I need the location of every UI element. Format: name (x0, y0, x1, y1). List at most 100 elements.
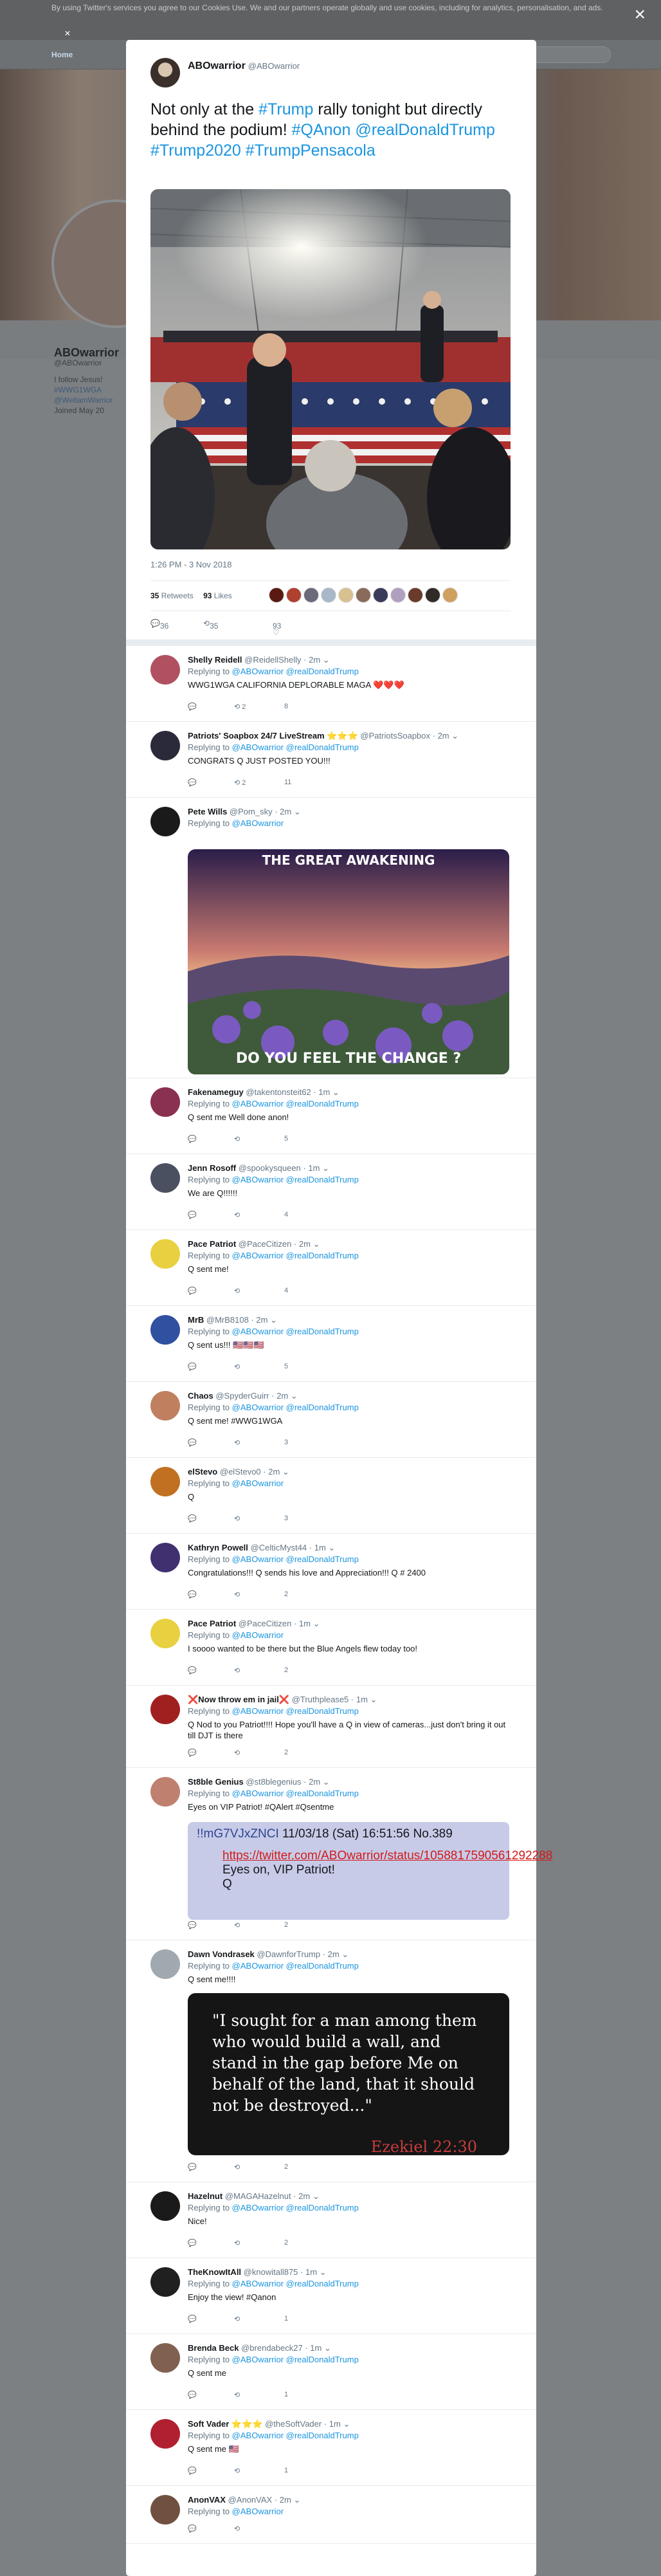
reply-avatar[interactable] (150, 731, 180, 760)
reply-mentions[interactable]: @ABOwarrior @realDonaldTrump (232, 1706, 359, 1716)
mention-realdonaldtrump[interactable]: @realDonaldTrump (355, 121, 495, 139)
reply-mentions[interactable]: @ABOwarrior @realDonaldTrump (232, 1403, 359, 1412)
reply-author-name[interactable]: Pace Patriot (188, 1239, 236, 1249)
reply-icon[interactable]: 💬 (188, 1666, 197, 1675)
reply-tweet[interactable]: MrB @MrB8108 · 2m ⌄ Replying to @ABOwarr… (126, 1306, 536, 1382)
reply-avatar[interactable] (150, 2343, 180, 2373)
reply-time[interactable]: 2m (309, 1777, 320, 1787)
chevron-down-icon[interactable]: ⌄ (313, 1239, 320, 1249)
reply-author-name[interactable]: Shelly Reidell (188, 655, 242, 665)
reply-tweet[interactable]: TheKnowItAll @knowitall875 · 1m ⌄ Replyi… (126, 2258, 536, 2334)
retweet-icon[interactable]: ⟲ (234, 1749, 240, 1757)
reply-author-name[interactable]: Dawn Vondrasek (188, 1949, 255, 1959)
reply-icon[interactable]: 💬 (188, 703, 197, 711)
reply-time[interactable]: 1m (318, 1087, 330, 1097)
quote-link[interactable]: https://twitter.com/ABOwarrior/status/10… (222, 1849, 552, 1863)
hashtag-trump2020[interactable]: #Trump2020 (150, 142, 241, 160)
scripture-image[interactable]: "I sought for a man among them who would… (188, 1993, 509, 2155)
reply-icon[interactable]: 💬 (188, 1287, 197, 1295)
tweet-author[interactable]: ABOwarrior @ABOwarrior (188, 60, 300, 72)
reply-avatar[interactable] (150, 807, 180, 836)
reply-tweet[interactable]: Pete Wills @Pom_sky · 2m ⌄ Replying to @… (126, 798, 536, 1078)
liker-avatar[interactable] (425, 587, 440, 603)
reply-tweet[interactable]: St8ble Genius @st8blegenius · 2m ⌄ Reply… (126, 1768, 552, 1940)
chevron-down-icon[interactable]: ⌄ (323, 1777, 330, 1787)
reply-like-count[interactable]: 2 (284, 1921, 288, 1929)
reply-icon[interactable]: 💬 (188, 1439, 197, 1447)
reply-mentions[interactable]: @ABOwarrior @realDonaldTrump (232, 2355, 359, 2364)
profile-tags[interactable]: #WWG1WGA (54, 385, 125, 395)
reply-mentions[interactable]: @ABOwarrior (232, 2507, 284, 2516)
reply-author-name[interactable]: elStevo (188, 1467, 217, 1477)
reply-like-count[interactable]: 2 (284, 2163, 288, 2171)
reply-avatar[interactable] (150, 1467, 180, 1496)
reply-time[interactable]: 2m (280, 2495, 291, 2505)
reply-tweet[interactable]: ❌Now throw em in jail❌ @Truthplease5 · 1… (126, 1686, 536, 1768)
reply-tweet[interactable]: Kathryn Powell @CelticMyst44 · 1m ⌄ Repl… (126, 1534, 536, 1610)
chevron-down-icon[interactable]: ⌄ (282, 1467, 289, 1477)
chevron-down-icon[interactable]: ⌄ (293, 2495, 300, 2505)
chevron-down-icon[interactable]: ⌄ (451, 731, 458, 741)
cookie-close-icon[interactable]: ✕ (64, 28, 71, 39)
chevron-down-icon[interactable]: ⌄ (370, 1695, 377, 1704)
liker-avatar[interactable] (442, 587, 458, 603)
retweet-icon[interactable]: ⟲ (234, 2163, 240, 2171)
reply-like-count[interactable]: 5 (284, 1135, 288, 1143)
reply-like-count[interactable]: 4 (284, 1211, 288, 1219)
reply-time[interactable]: 2m (328, 1949, 340, 1959)
retweet-icon[interactable]: ⟲ (234, 1666, 240, 1675)
reply-like-count[interactable]: 11 (284, 778, 291, 786)
reply-time[interactable]: 1m (305, 2267, 317, 2277)
hashtag-trump[interactable]: #Trump (258, 100, 313, 118)
reply-mentions[interactable]: @ABOwarrior @realDonaldTrump (232, 2203, 359, 2213)
reply-like-count[interactable]: 2 (284, 1749, 288, 1756)
reply-tweet[interactable]: Patriots' Soapbox 24/7 LiveStream ⭐⭐⭐ @P… (126, 722, 536, 798)
retweet-icon[interactable]: ⟲ (234, 2391, 240, 2399)
liker-avatar[interactable] (338, 587, 354, 603)
reply-icon[interactable]: 💬 (188, 1749, 197, 1757)
reply-avatar[interactable] (150, 1949, 180, 1979)
chevron-down-icon[interactable]: ⌄ (312, 2191, 320, 2201)
reply-author-name[interactable]: ❌Now throw em in jail❌ (188, 1695, 289, 1704)
chevron-down-icon[interactable]: ⌄ (270, 1315, 277, 1325)
reply-author-name[interactable]: Pete Wills (188, 807, 227, 816)
reply-time[interactable]: 1m (329, 2419, 341, 2429)
reply-mentions[interactable]: @ABOwarrior @realDonaldTrump (232, 1251, 359, 1260)
reply-time[interactable]: 2m (438, 731, 449, 741)
tweet-avatar[interactable] (150, 58, 180, 87)
retweet-icon[interactable]: ⟲ 2 (234, 703, 246, 711)
reply-mentions[interactable]: @ABOwarrior @realDonaldTrump (232, 667, 359, 676)
quoted-post-card[interactable]: !!mG7VJxZNCI 11/03/18 (Sat) 16:51:56 No.… (188, 1822, 552, 1920)
reply-time[interactable]: 2m (276, 1391, 288, 1401)
chevron-down-icon[interactable]: ⌄ (343, 2419, 350, 2429)
reply-tweet[interactable]: Chaos @SpyderGuirr · 2m ⌄ Replying to @A… (126, 1382, 536, 1458)
liker-avatar[interactable] (303, 587, 319, 603)
reply-mentions[interactable]: @ABOwarrior @realDonaldTrump (232, 2431, 359, 2440)
reply-icon[interactable]: 💬 (188, 778, 197, 787)
reply-avatar[interactable] (150, 1087, 180, 1117)
reply-author-name[interactable]: TheKnowItAll (188, 2267, 241, 2277)
reply-avatar[interactable] (150, 655, 180, 685)
reply-mentions[interactable]: @ABOwarrior @realDonaldTrump (232, 1175, 359, 1184)
reply-like-count[interactable]: 8 (284, 703, 288, 710)
reply-time[interactable]: 2m (280, 807, 291, 816)
tweet-photo[interactable] (150, 189, 511, 549)
retweet-icon[interactable]: ⟲ 2 (234, 778, 246, 787)
profile-link[interactable]: @WeltamWarrior (54, 395, 125, 405)
reply-avatar[interactable] (150, 2267, 180, 2297)
chevron-down-icon[interactable]: ⌄ (328, 1543, 335, 1552)
reply-icon[interactable]: 💬 (188, 1590, 197, 1599)
like-button[interactable]: 93 ♡ (273, 619, 281, 637)
reply-author-name[interactable]: Brenda Beck (188, 2343, 239, 2353)
retweet-icon[interactable]: ⟲ (234, 2467, 240, 2475)
reply-mentions[interactable]: @ABOwarrior @realDonaldTrump (232, 1327, 359, 1336)
chevron-down-icon[interactable]: ⌄ (341, 1949, 349, 1959)
reply-avatar[interactable] (150, 1695, 180, 1724)
reply-mentions[interactable]: @ABOwarrior (232, 818, 284, 828)
reply-icon[interactable]: 💬 (188, 1363, 197, 1371)
reply-mentions[interactable]: @ABOwarrior @realDonaldTrump (232, 1554, 359, 1564)
reply-icon[interactable]: 💬 (188, 2525, 197, 2533)
likes-stat[interactable]: 93 Likes (203, 591, 232, 600)
reply-tweet[interactable]: Dawn Vondrasek @DawnforTrump · 2m ⌄ Repl… (126, 1940, 536, 2182)
reply-avatar[interactable] (150, 1543, 180, 1572)
